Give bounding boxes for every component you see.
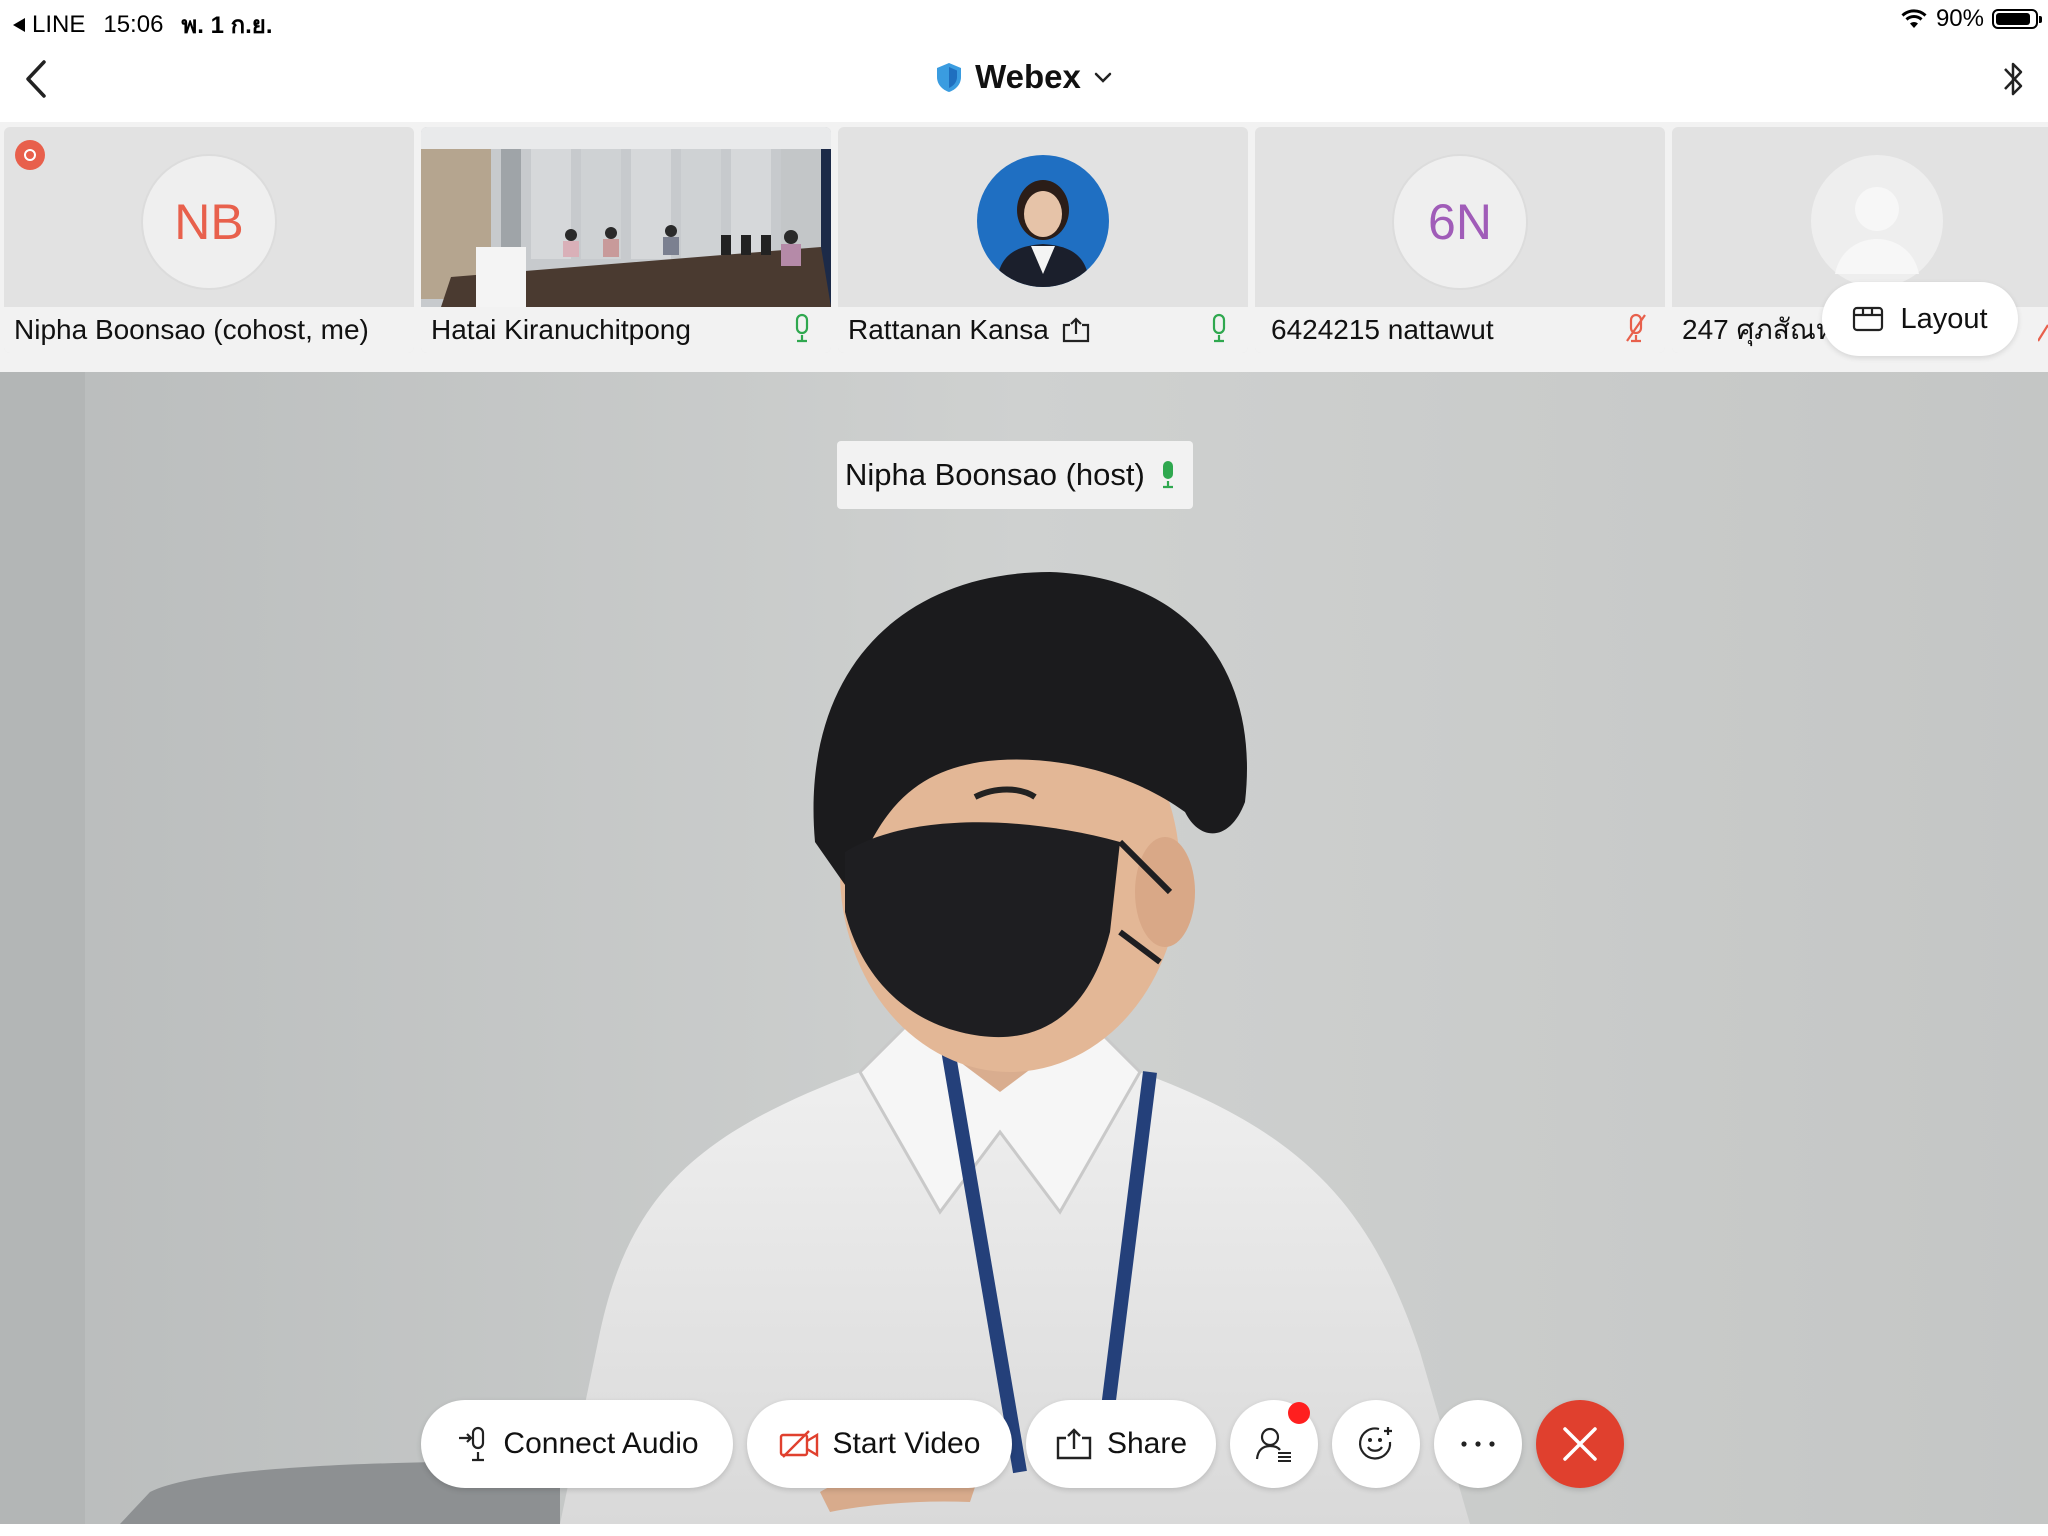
avatar-initials: 6N — [1428, 194, 1492, 250]
participant-name: Hatai Kiranuchitpong — [431, 314, 691, 345]
recording-indicator-icon — [15, 140, 45, 170]
back-triangle-icon — [13, 17, 25, 32]
shield-icon — [937, 63, 962, 92]
participant-tile[interactable]: Rattanan Kansa — [838, 127, 1248, 353]
status-bar: LINE 15:06 พ. 1 ก.ย. 90% — [0, 0, 2048, 40]
back-to-app-link[interactable]: LINE — [12, 11, 85, 39]
emoji-icon — [1359, 1427, 1392, 1460]
participant-name: Nipha Boonsao (cohost, me) — [14, 314, 369, 345]
avatar: 6N — [1392, 154, 1528, 290]
status-time: 15:06 — [103, 10, 164, 38]
participant-strip[interactable]: NB Nipha Boonsao (cohost, me) Hatai Kira… — [0, 122, 2048, 372]
start-video-button[interactable]: Start Video — [747, 1400, 1012, 1488]
participant-tile[interactable]: 6N 6424215 nattawut — [1255, 127, 1665, 353]
active-speaker-video[interactable] — [0, 372, 2048, 1524]
end-call-button[interactable] — [1536, 1400, 1624, 1488]
microphone-on-icon — [1162, 461, 1173, 489]
connect-audio-label: Connect Audio — [503, 1427, 699, 1460]
layout-label: Layout — [1900, 302, 1988, 335]
connect-audio-icon — [459, 1426, 485, 1462]
microphone-on-icon — [795, 313, 809, 343]
wifi-icon — [1901, 9, 1927, 28]
participant-name: 6424215 nattawut — [1271, 314, 1494, 345]
connect-audio-button[interactable]: Connect Audio — [421, 1400, 733, 1488]
more-icon — [1461, 1441, 1495, 1447]
notification-badge — [1288, 1402, 1310, 1424]
share-label: Share — [1106, 1427, 1188, 1460]
microphone-on-icon — [1212, 313, 1226, 343]
conference-room-video — [421, 127, 831, 307]
speaker-name: Nipha Boonsao (host) — [845, 457, 1145, 492]
avatar-initials: NB — [174, 194, 244, 250]
bluetooth-icon[interactable] — [1998, 56, 2028, 102]
share-icon — [1056, 1428, 1092, 1460]
participant-tile[interactable]: NB Nipha Boonsao (cohost, me) — [4, 127, 414, 353]
microphone-muted-icon — [2038, 324, 2048, 342]
meeting-title-dropdown[interactable]: Webex — [935, 58, 1113, 96]
participant-name: Rattanan Kansa — [848, 314, 1049, 345]
layout-button[interactable]: Layout — [1822, 282, 2018, 356]
video-off-icon — [779, 1430, 818, 1458]
avatar-placeholder — [1811, 155, 1943, 287]
participants-button[interactable] — [1230, 1400, 1318, 1488]
speaker-video-feed — [0, 372, 2048, 1524]
sharing-icon — [1062, 317, 1089, 343]
participants-icon — [1255, 1427, 1291, 1462]
share-button[interactable]: Share — [1026, 1400, 1216, 1488]
reactions-button[interactable] — [1332, 1400, 1420, 1488]
avatar: NB — [141, 154, 277, 290]
status-date: พ. 1 ก.ย. — [181, 12, 273, 39]
meeting-title: Webex — [975, 58, 1081, 95]
more-options-button[interactable] — [1434, 1400, 1522, 1488]
microphone-muted-icon — [1626, 313, 1646, 343]
meeting-header: Webex — [0, 40, 2048, 122]
chevron-down-icon — [1094, 72, 1112, 83]
speaker-nameplate: Nipha Boonsao (host) — [837, 441, 1193, 509]
start-video-label: Start Video — [832, 1427, 981, 1460]
participant-tile[interactable]: Hatai Kiranuchitpong — [421, 127, 831, 353]
back-app-label: LINE — [32, 10, 86, 38]
close-icon — [1563, 1427, 1597, 1461]
avatar — [977, 155, 1109, 287]
layout-icon — [1853, 306, 1884, 332]
battery-percent: 90% — [1935, 5, 1984, 32]
battery-icon — [1992, 9, 2042, 29]
participant-name: 247 ศุภสัณห์ — [1682, 314, 1835, 345]
